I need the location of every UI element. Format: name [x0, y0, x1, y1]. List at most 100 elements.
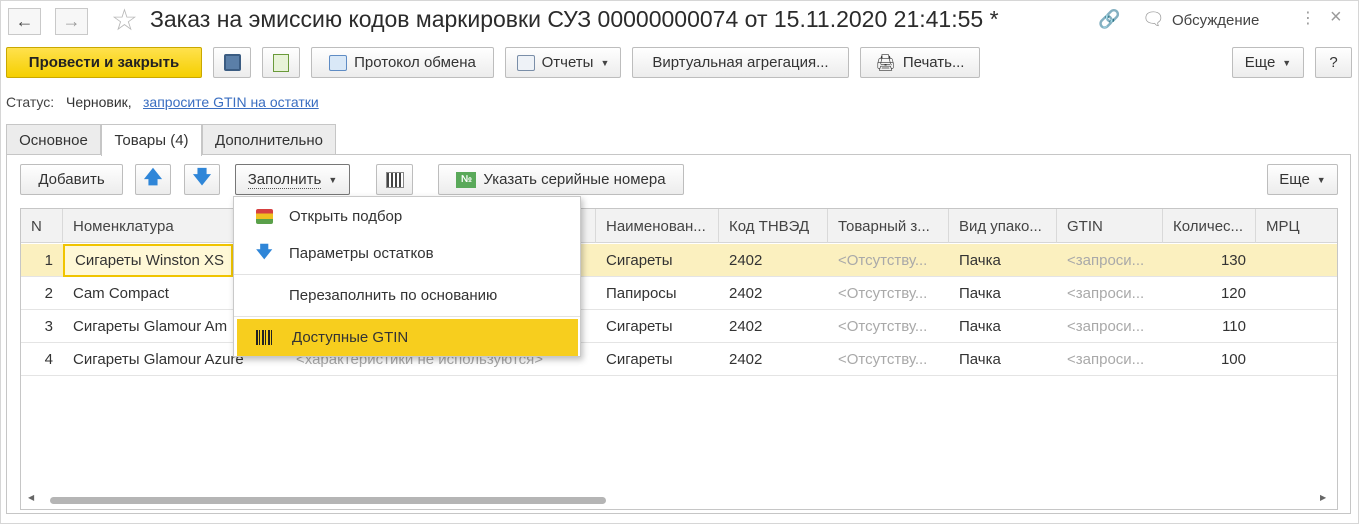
exchange-icon	[329, 54, 348, 71]
cell-brand: <Отсутству...	[838, 318, 928, 335]
header-brand[interactable]: Товарный з...	[828, 209, 949, 243]
move-down-button[interactable]: 🡇	[184, 164, 220, 195]
scrollbar-thumb[interactable]	[50, 497, 606, 504]
header-title[interactable]: Наименован...	[596, 209, 719, 243]
cell-package: Пачка	[959, 252, 1001, 269]
reports-button[interactable]: Отчеты ▼	[505, 47, 621, 78]
link-icon[interactable]: 🔗	[1098, 9, 1120, 30]
menu-item-label: Открыть подбор	[289, 208, 403, 225]
status-label: Статус:	[6, 94, 55, 110]
menu-item-balance-params[interactable]: 🡇 Параметры остатков	[234, 235, 580, 272]
chevron-down-icon: ▼	[328, 174, 338, 185]
menu-item-refill-by-basis[interactable]: Перезаполнить по основанию	[234, 277, 580, 314]
header-quantity[interactable]: Количес...	[1163, 209, 1256, 243]
cell-name: Сигареты Glamour Am	[73, 318, 228, 335]
exchange-protocol-button[interactable]: Протокол обмена	[311, 47, 494, 78]
menu-item-available-gtin[interactable]: Доступные GTIN	[237, 319, 578, 356]
arrow-right-icon: →	[62, 11, 81, 31]
more-label: Еще	[1244, 54, 1276, 71]
more-button[interactable]: Еще ▼	[1232, 47, 1304, 78]
request-gtin-link[interactable]: запросите GTIN на остатки	[143, 94, 319, 110]
serial-number-icon: №	[456, 171, 477, 188]
menu-item-label: Перезаполнить по основанию	[289, 287, 498, 304]
exchange-protocol-label: Протокол обмена	[354, 54, 476, 71]
help-button[interactable]: ?	[1315, 47, 1352, 78]
horizontal-scrollbar[interactable]: ◀ ▶	[22, 493, 1336, 507]
table-row[interactable]: 3 Сигареты Glamour Am Сигареты 2402 <Отс…	[21, 310, 1337, 343]
kebab-menu-icon[interactable]: ⋮	[1300, 8, 1316, 28]
virtual-aggregation-button[interactable]: Виртуальная агрегация...	[632, 47, 849, 78]
cell-package: Пачка	[959, 318, 1001, 335]
cell-title: Сигареты	[606, 351, 673, 368]
forward-button[interactable]: →	[55, 8, 88, 35]
discussion-link[interactable]: Обсуждение	[1172, 12, 1259, 29]
cell-brand: <Отсутству...	[838, 252, 928, 269]
cell-gtin: <запроси...	[1067, 318, 1145, 335]
post-document-icon	[273, 53, 289, 72]
arrow-left-icon: ←	[15, 11, 34, 31]
print-label: Печать...	[902, 54, 965, 71]
barcode-scan-icon	[385, 171, 404, 188]
serial-numbers-button[interactable]: № Указать серийные номера	[438, 164, 684, 195]
add-button[interactable]: Добавить	[20, 164, 123, 195]
discussion-icon[interactable]: 🗨	[1142, 9, 1165, 30]
header-package[interactable]: Вид упако...	[949, 209, 1057, 243]
fill-label: Заполнить	[247, 170, 322, 189]
save-button[interactable]	[213, 47, 251, 78]
cell-tnved: 2402	[729, 252, 763, 269]
save-icon	[223, 54, 241, 71]
cell-n: 2	[44, 285, 53, 302]
menu-separator	[234, 274, 580, 275]
cell-gtin: <запроси...	[1067, 285, 1145, 302]
scroll-right-icon[interactable]: ▶	[1320, 493, 1326, 502]
cell-quantity: 120	[1220, 285, 1246, 302]
cell-name: Cam Compact	[73, 285, 169, 302]
move-up-button[interactable]: 🡅	[135, 164, 171, 195]
tab-main[interactable]: Основное	[6, 124, 101, 155]
cell-title: Папиросы	[606, 285, 677, 302]
goods-table: N Номенклатура Наименован... Код ТНВЭД Т…	[20, 208, 1338, 510]
post-and-close-button[interactable]: Провести и закрыть	[6, 47, 202, 78]
reports-label: Отчеты	[541, 54, 594, 71]
print-button[interactable]: 🖨 Печать...	[860, 47, 980, 78]
menu-separator	[234, 316, 580, 317]
serial-numbers-label: Указать серийные номера	[483, 171, 666, 188]
scan-barcode-button[interactable]	[376, 164, 413, 195]
table-row[interactable]: 1 Сигареты Winston XS Сигареты 2402 <Отс…	[21, 244, 1337, 277]
cell-tnved: 2402	[729, 351, 763, 368]
menu-item-label: Доступные GTIN	[292, 329, 409, 346]
chevron-down-icon: ▼	[600, 57, 610, 68]
barcode-icon	[256, 330, 273, 345]
cell-brand: <Отсутству...	[838, 351, 928, 368]
header-mrp[interactable]: МРЦ	[1256, 209, 1337, 243]
tab-goods[interactable]: Товары (4)	[101, 124, 202, 156]
header-n[interactable]: N	[21, 209, 63, 243]
printer-icon: 🖨	[875, 54, 896, 72]
favorite-star-icon[interactable]: ☆	[111, 3, 138, 38]
cell-quantity: 100	[1220, 351, 1246, 368]
back-button[interactable]: ←	[8, 8, 41, 35]
table-header: N Номенклатура Наименован... Код ТНВЭД Т…	[21, 209, 1337, 243]
cell-package: Пачка	[959, 351, 1001, 368]
menu-item-open-selection[interactable]: Открыть подбор	[234, 198, 580, 235]
arrow-down-icon: 🡇	[256, 244, 273, 261]
cell-quantity: 130	[1220, 252, 1246, 269]
arrow-down-icon: 🡇	[192, 166, 212, 187]
chevron-down-icon: ▼	[1282, 57, 1292, 68]
status-value: Черновик,	[66, 94, 132, 110]
fill-button[interactable]: Заполнить ▼	[235, 164, 350, 195]
post-button[interactable]	[262, 47, 300, 78]
tab-additional[interactable]: Дополнительно	[202, 124, 336, 155]
cell-quantity: 110	[1222, 318, 1246, 335]
header-tnved[interactable]: Код ТНВЭД	[719, 209, 828, 243]
cell-name[interactable]: Сигареты Winston XS	[63, 244, 233, 277]
scroll-left-icon[interactable]: ◀	[28, 493, 34, 502]
cell-n: 3	[44, 318, 53, 335]
close-icon[interactable]: ×	[1330, 6, 1342, 29]
goods-more-label: Еще	[1279, 171, 1310, 188]
cell-n: 4	[44, 351, 53, 368]
table-row[interactable]: 4 Сигареты Glamour Azure <характеристики…	[21, 343, 1337, 376]
table-row[interactable]: 2 Cam Compact Папиросы 2402 <Отсутству..…	[21, 277, 1337, 310]
header-gtin[interactable]: GTIN	[1057, 209, 1163, 243]
goods-more-button[interactable]: Еще ▼	[1267, 164, 1338, 195]
